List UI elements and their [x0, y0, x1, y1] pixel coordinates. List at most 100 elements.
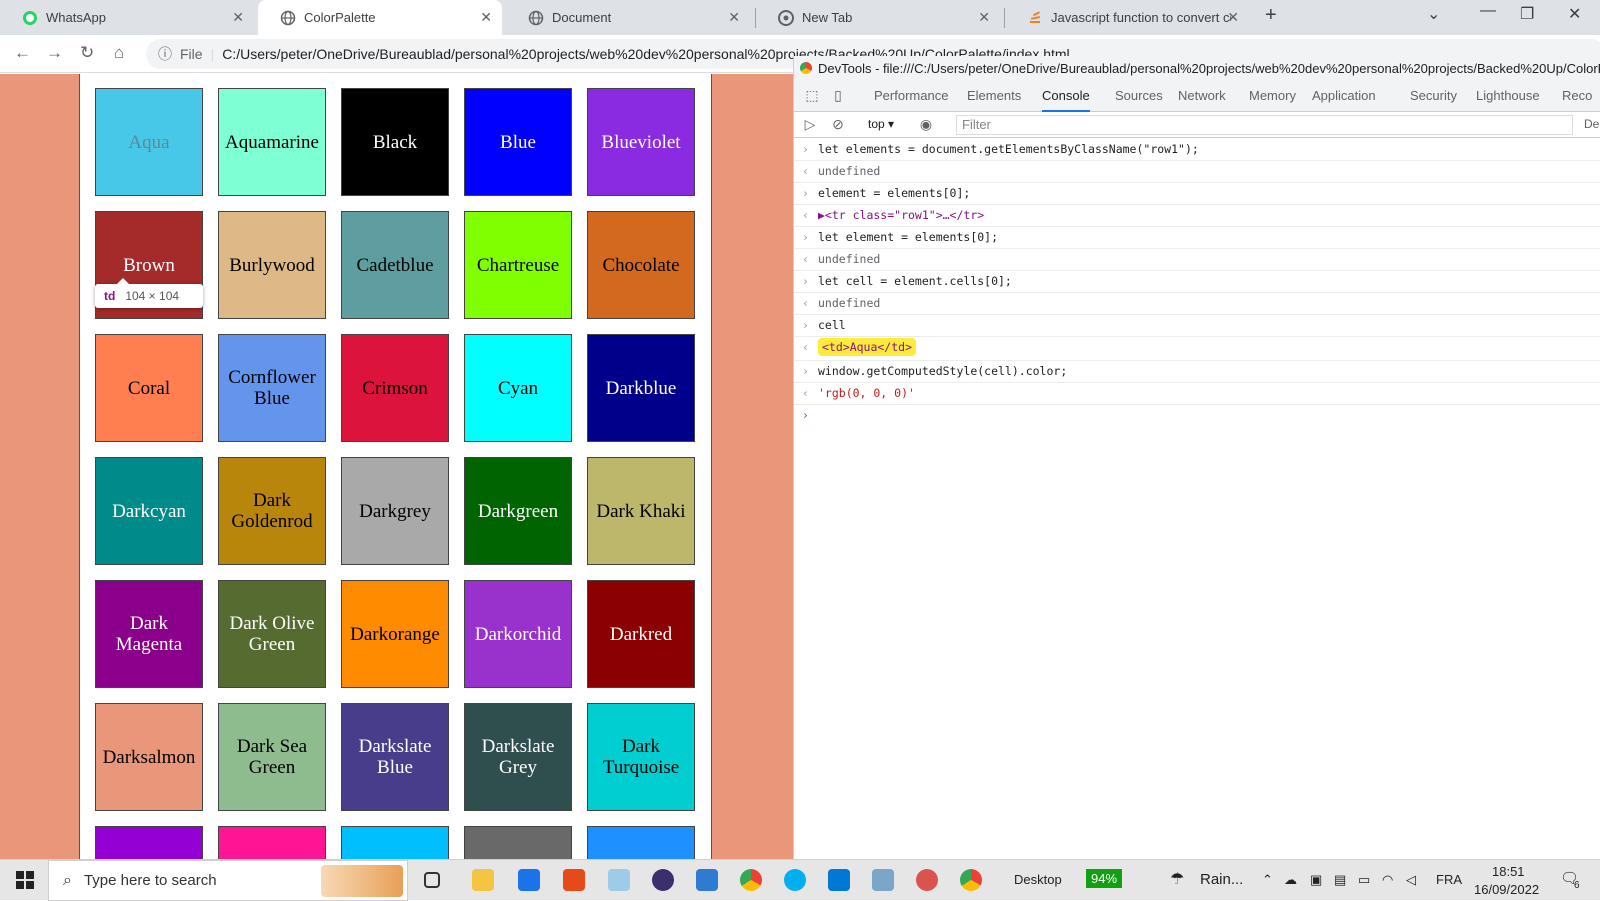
minimize-button[interactable]: —: [1480, 2, 1496, 20]
chrome-active-icon[interactable]: [960, 869, 982, 891]
color-cell[interactable]: Darkred: [587, 580, 695, 688]
color-cell[interactable]: Darkorchid: [464, 580, 572, 688]
color-cell[interactable]: Darkgreen: [464, 457, 572, 565]
color-cell[interactable]: Cornflower Blue: [218, 334, 326, 442]
color-cell[interactable]: Chocolate: [587, 211, 695, 319]
color-cell[interactable]: Aquamarine: [218, 88, 326, 196]
color-cell[interactable]: Dark Olive Green: [218, 580, 326, 688]
color-cell[interactable]: Darkblue: [587, 334, 695, 442]
file-explorer-icon[interactable]: [472, 869, 494, 891]
color-cell[interactable]: Dark Goldenrod: [218, 457, 326, 565]
sidebar-toggle-icon[interactable]: ▷: [802, 116, 818, 132]
forward-arrow-icon[interactable]: →: [46, 43, 63, 63]
task-view-icon[interactable]: [424, 872, 440, 888]
color-cell[interactable]: Darkgrey: [341, 457, 449, 565]
device-toolbar-icon[interactable]: ▯: [830, 87, 846, 103]
devtools-tab-application[interactable]: Application: [1312, 80, 1376, 112]
wifi-icon[interactable]: ◠: [1382, 872, 1393, 888]
close-icon[interactable]: ✕: [728, 9, 740, 26]
language-indicator[interactable]: FRA: [1436, 872, 1462, 887]
devtools-tab-memory[interactable]: Memory: [1249, 80, 1296, 112]
weather-widget[interactable]: Rain...: [1200, 871, 1243, 888]
color-cell[interactable]: Darkslate Blue: [341, 703, 449, 811]
chevron-up-icon[interactable]: ⌃: [1262, 872, 1273, 888]
home-icon[interactable]: ⌂: [114, 43, 124, 63]
skype-icon[interactable]: [784, 869, 806, 891]
tab-whatsapp[interactable]: WhatsApp ✕: [0, 0, 254, 35]
reload-icon[interactable]: ↻: [80, 43, 94, 63]
devtools-tab-reco[interactable]: Reco: [1562, 80, 1592, 112]
close-icon[interactable]: ✕: [1227, 9, 1239, 26]
clear-console-icon[interactable]: ⊘: [830, 116, 846, 132]
desktop-toolbar-label[interactable]: Desktop: [1014, 872, 1062, 887]
devtools-tab-lighthouse[interactable]: Lighthouse: [1476, 80, 1540, 112]
devtools-tab-security[interactable]: Security: [1410, 80, 1457, 112]
new-tab-button[interactable]: +: [1265, 4, 1277, 27]
color-cell[interactable]: Darkorange: [341, 580, 449, 688]
color-cell[interactable]: Dark Khaki: [587, 457, 695, 565]
tab-search-chevron-icon[interactable]: ⌄: [1427, 4, 1440, 24]
color-cell[interactable]: Dark Magenta: [95, 580, 203, 688]
color-cell[interactable]: [464, 826, 572, 859]
color-cell[interactable]: Cyan: [464, 334, 572, 442]
color-cell[interactable]: Darkslate Grey: [464, 703, 572, 811]
notepad-icon[interactable]: [872, 869, 894, 891]
meet-icon[interactable]: ▤: [1334, 872, 1346, 888]
context-selector[interactable]: top ▾: [868, 117, 894, 131]
windows-start-icon[interactable]: [16, 871, 34, 892]
clock-time[interactable]: 18:51: [1492, 864, 1525, 879]
color-cell[interactable]: Blueviolet: [587, 88, 695, 196]
color-cell[interactable]: [341, 826, 449, 859]
color-cell[interactable]: Cadetblue: [341, 211, 449, 319]
color-cell[interactable]: Burlywood: [218, 211, 326, 319]
volume-icon[interactable]: ◁: [1406, 872, 1416, 888]
console-text[interactable]: ▶<tr class="row1">…</tr>: [818, 208, 984, 222]
color-cell[interactable]: Blue: [464, 88, 572, 196]
tab-stackoverflow[interactable]: Javascript function to convert col ✕: [1005, 0, 1249, 35]
battery-icon[interactable]: ▭: [1358, 872, 1370, 888]
devtools-tab-sources[interactable]: Sources: [1115, 80, 1163, 112]
tab-new-tab[interactable]: New Tab ✕: [756, 0, 1000, 35]
color-cell[interactable]: Crimson: [341, 334, 449, 442]
color-cell[interactable]: Chartreuse: [464, 211, 572, 319]
color-cell[interactable]: Darksalmon: [95, 703, 203, 811]
taskbar-search-field[interactable]: ⌕ Type here to search: [48, 860, 408, 901]
clock-date[interactable]: 16/09/2022: [1474, 882, 1539, 897]
console-prompt[interactable]: ›: [794, 405, 1600, 425]
color-cell[interactable]: [218, 826, 326, 859]
snip-icon[interactable]: [608, 869, 630, 891]
color-cell[interactable]: Black: [341, 88, 449, 196]
color-cell[interactable]: Dark Sea Green: [218, 703, 326, 811]
store-icon[interactable]: [696, 869, 718, 891]
info-icon[interactable]: ⓘ: [158, 44, 172, 64]
devtools-tab-elements[interactable]: Elements: [967, 80, 1021, 112]
chrome-icon[interactable]: [740, 869, 762, 891]
console-filter-input[interactable]: Filter: [956, 115, 1573, 135]
color-cell[interactable]: [587, 826, 695, 859]
close-icon[interactable]: ✕: [232, 9, 244, 26]
close-window-button[interactable]: ✕: [1568, 4, 1581, 24]
mail-icon[interactable]: [518, 869, 540, 891]
back-arrow-icon[interactable]: ←: [14, 43, 31, 63]
close-icon[interactable]: ✕: [978, 9, 990, 26]
office-icon[interactable]: [563, 869, 585, 891]
battery-widget[interactable]: 94%: [1086, 869, 1123, 888]
cloud-icon[interactable]: ☁: [1284, 872, 1297, 888]
devtools-tab-performance[interactable]: Performance: [874, 80, 948, 112]
devtools-tab-network[interactable]: Network: [1178, 80, 1226, 112]
devtools-tab-console[interactable]: Console: [1042, 80, 1090, 112]
close-icon[interactable]: ✕: [480, 9, 492, 26]
color-cell[interactable]: Aqua: [95, 88, 203, 196]
color-cell[interactable]: Coral: [95, 334, 203, 442]
color-cell[interactable]: Darkcyan: [95, 457, 203, 565]
inspect-element-icon[interactable]: ⬚: [804, 87, 820, 103]
log-levels-dropdown[interactable]: De: [1584, 117, 1599, 131]
tab-colorpalette[interactable]: ColorPalette ✕: [258, 0, 502, 35]
color-cell[interactable]: Dark Turquoise: [587, 703, 695, 811]
tab-document[interactable]: Document ✕: [506, 0, 750, 35]
paint-icon[interactable]: [916, 869, 938, 891]
restore-button[interactable]: ❐: [1520, 4, 1534, 24]
live-expression-eye-icon[interactable]: ◉: [918, 116, 934, 132]
app-icon[interactable]: [652, 869, 674, 891]
color-cell[interactable]: [95, 826, 203, 859]
